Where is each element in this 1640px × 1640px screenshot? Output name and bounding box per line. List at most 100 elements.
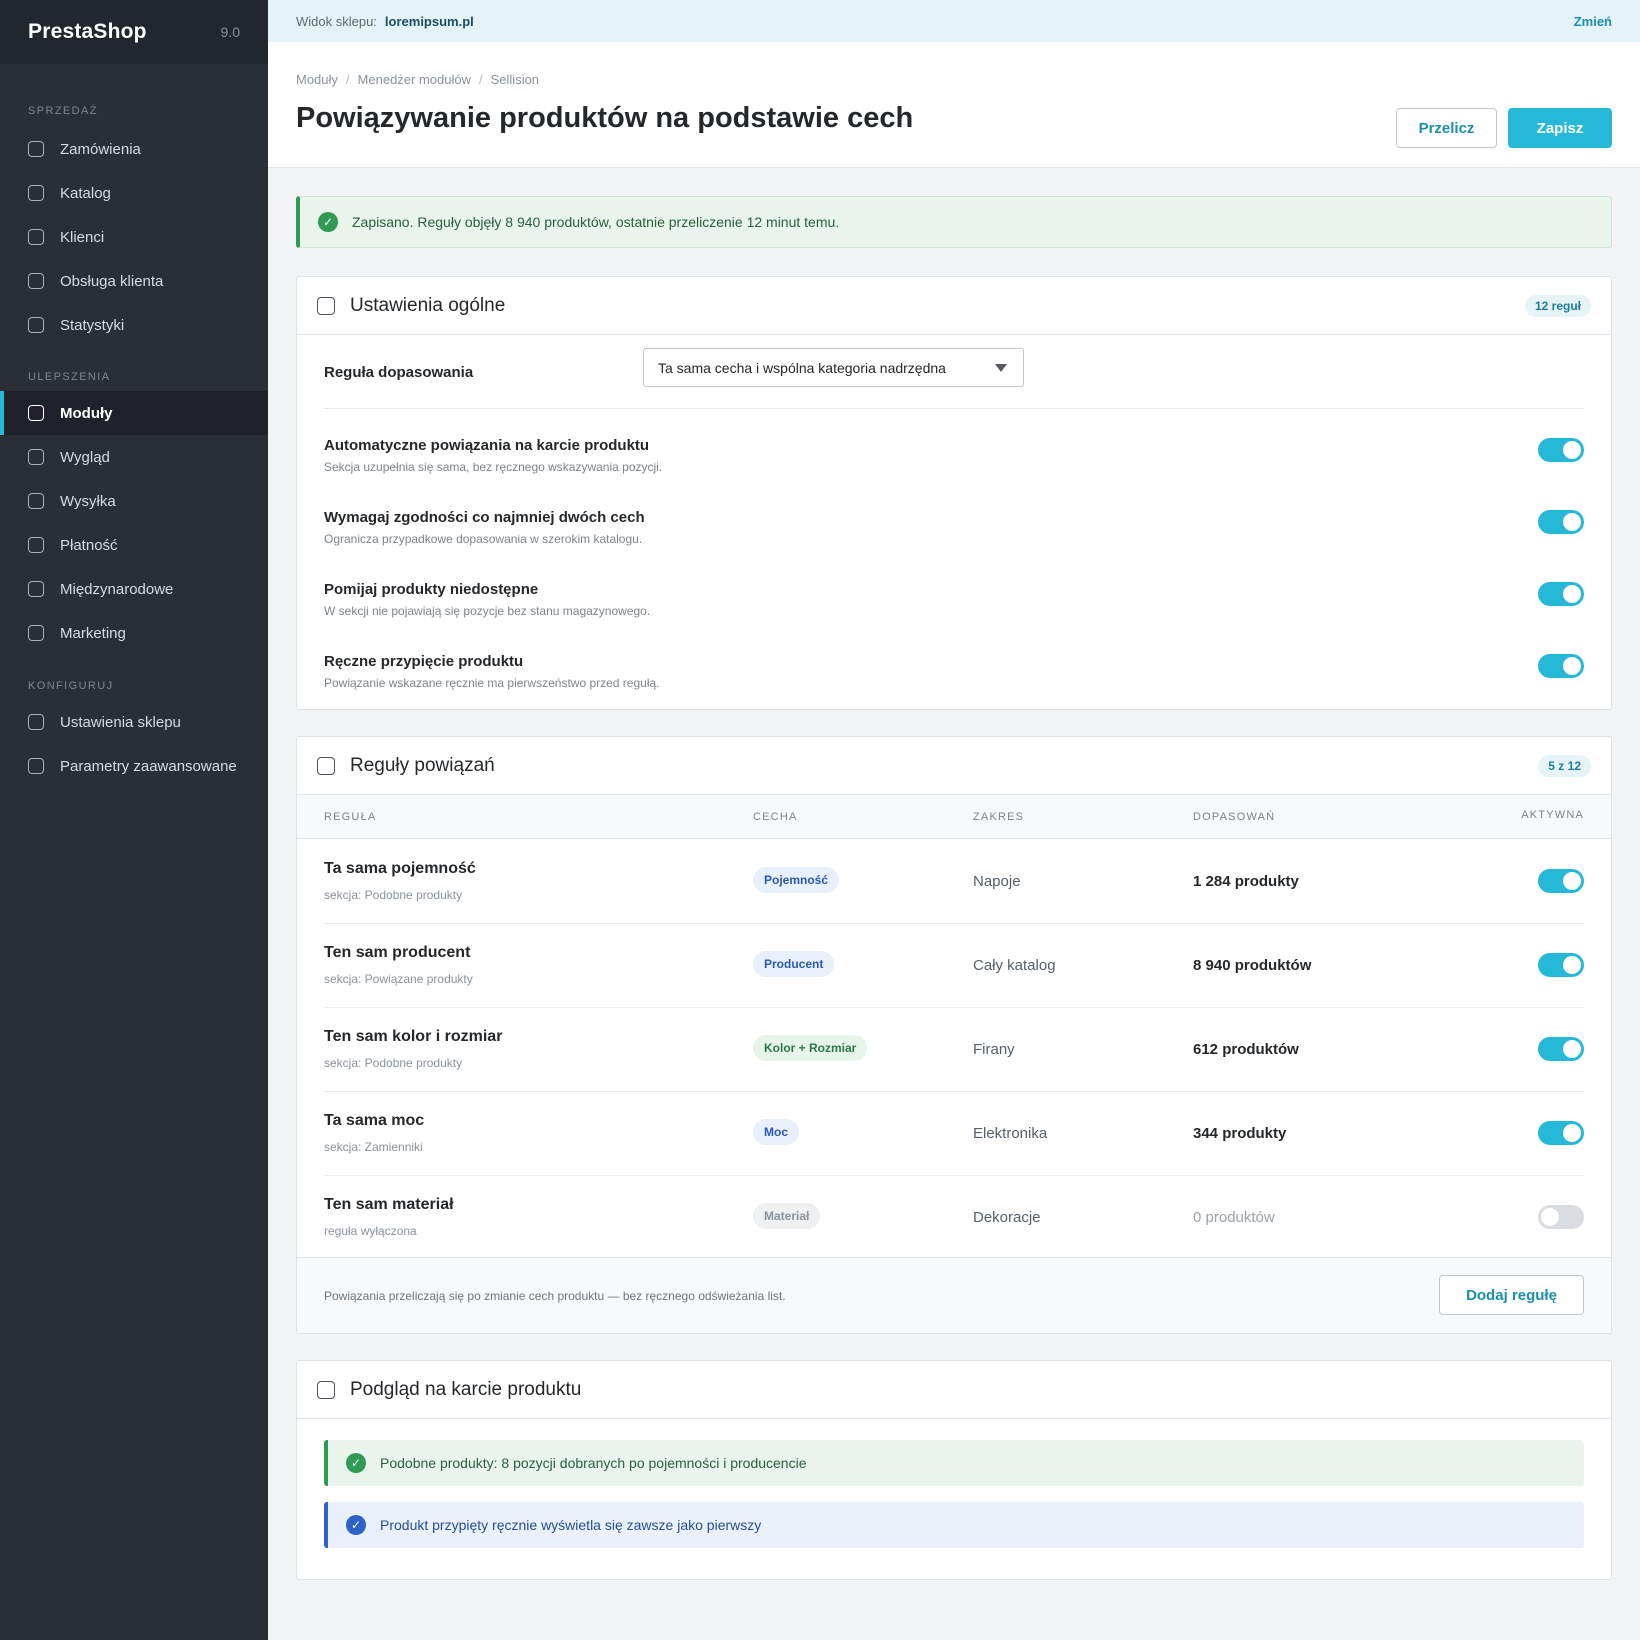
feature-tag: Moc xyxy=(753,1119,799,1145)
card-title: Ustawienia ogólne xyxy=(350,294,506,316)
nav-section-improve: ULEPSZENIA Moduły Wygląd Wysyłka Płatnoś… xyxy=(0,371,268,655)
nav-section-sales: SPRZEDAŻ Zamówienia Katalog Klienci Obsł… xyxy=(0,105,268,347)
checkbox-icon xyxy=(28,537,44,553)
option-description: Ogranicza przypadkowe dopasowania w szer… xyxy=(324,532,643,546)
footer-note: Powiązania przeliczają się po zmianie ce… xyxy=(324,1289,786,1303)
checkbox-icon xyxy=(28,714,44,730)
option-row: Wymagaj zgodności co najmniej dwóch cech… xyxy=(324,509,1584,546)
success-alert: ✓ Zapisano. Reguły objęły 8 940 produktó… xyxy=(296,196,1612,248)
column-header-active[interactable]: AKTYWNA xyxy=(1521,809,1584,821)
skip-unavailable-toggle[interactable] xyxy=(1538,582,1584,606)
rule-active-toggle[interactable] xyxy=(1538,1037,1584,1061)
checkbox-icon xyxy=(28,141,44,157)
check-circle-icon: ✓ xyxy=(318,212,338,232)
sidebar-item-marketing[interactable]: Marketing xyxy=(0,611,268,655)
checkbox-icon xyxy=(28,625,44,641)
general-settings-card: Ustawienia ogólne 12 reguł Reguła dopaso… xyxy=(296,276,1612,710)
checkbox-icon xyxy=(28,758,44,774)
table-row[interactable]: Ta sama pojemność sekcja: Podobne produk… xyxy=(324,840,1584,924)
rule-name[interactable]: Ten sam materiał xyxy=(324,1196,454,1214)
sidebar-item-shipping[interactable]: Wysyłka xyxy=(0,479,268,523)
shop-context: Widok sklepu: loremipsum.pl xyxy=(296,14,474,29)
sidebar-item-design[interactable]: Wygląd xyxy=(0,435,268,479)
save-button[interactable]: Zapisz xyxy=(1508,108,1612,148)
sidebar-item-modules[interactable]: Moduły xyxy=(0,391,268,435)
feature-tag: Kolor + Rozmiar xyxy=(753,1035,868,1061)
rule-active-toggle[interactable] xyxy=(1538,1121,1584,1145)
option-description: W sekcji nie pojawiają się pozycje bez s… xyxy=(324,604,651,618)
option-row: Pomijaj produkty niedostępne W sekcji ni… xyxy=(324,581,1584,618)
card-title: Reguły powiązań xyxy=(350,754,495,776)
sidebar-item-label: Międzynarodowe xyxy=(60,580,174,598)
manual-pin-toggle[interactable] xyxy=(1538,654,1584,678)
rule-name[interactable]: Ten sam kolor i rozmiar xyxy=(324,1028,502,1046)
rule-active-toggle[interactable] xyxy=(1538,1205,1584,1229)
sidebar-item-international[interactable]: Międzynarodowe xyxy=(0,567,268,611)
sidebar-item-label: Katalog xyxy=(60,184,111,202)
option-row: Automatyczne powiązania na karcie produk… xyxy=(324,437,1584,474)
breadcrumb-item[interactable]: Menedżer modułów xyxy=(358,72,471,87)
nav-heading: SPRZEDAŻ xyxy=(28,105,98,117)
rule-name[interactable]: Ta sama moc xyxy=(324,1112,424,1130)
change-shop-link[interactable]: Zmień xyxy=(1574,14,1612,29)
breadcrumb-separator: / xyxy=(345,72,350,87)
column-header-scope[interactable]: ZAKRES xyxy=(973,811,1024,823)
breadcrumb-item[interactable]: Moduły xyxy=(296,72,338,87)
auto-links-toggle[interactable] xyxy=(1538,438,1584,462)
sidebar-item-label: Wysyłka xyxy=(60,492,116,510)
column-header-matches[interactable]: DOPASOWAŃ xyxy=(1193,811,1275,823)
brand-logo[interactable]: PrestaShop xyxy=(28,20,147,44)
column-header-feature[interactable]: CECHA xyxy=(753,811,798,823)
table-row[interactable]: Ten sam kolor i rozmiar sekcja: Podobne … xyxy=(324,1008,1584,1092)
sidebar-item-catalog[interactable]: Katalog xyxy=(0,171,268,215)
sidebar-item-label: Moduły xyxy=(60,404,113,422)
card-header: Ustawienia ogólne 12 reguł xyxy=(297,277,1611,335)
match-count: 1 284 produkty xyxy=(1193,873,1299,890)
sidebar-item-label: Klienci xyxy=(60,228,105,246)
rule-name[interactable]: Ten sam producent xyxy=(324,944,470,962)
alert-message: Zapisano. Reguły objęły 8 940 produktów,… xyxy=(352,214,840,230)
rules-card: Reguły powiązań 5 z 12 REGUŁA CECHA ZAKR… xyxy=(296,736,1612,1334)
preview-success-alert: ✓ Podobne produkty: 8 pozycji dobranych … xyxy=(324,1440,1584,1486)
rule-section: sekcja: Podobne produkty xyxy=(324,888,463,902)
feature-tag: Producent xyxy=(753,951,835,977)
match-rule-select[interactable]: Ta sama cecha i wspólna kategoria nadrzę… xyxy=(643,348,1024,387)
rule-active-toggle[interactable] xyxy=(1538,869,1584,893)
table-row[interactable]: Ten sam producent sekcja: Powiązane prod… xyxy=(324,924,1584,1008)
checkbox-icon xyxy=(28,405,44,421)
rules-footer: Powiązania przeliczają się po zmianie ce… xyxy=(297,1257,1611,1333)
nav-section-configure: KONFIGURUJ Ustawienia sklepu Parametry z… xyxy=(0,680,268,788)
option-title: Ręczne przypięcie produktu xyxy=(324,653,524,670)
nav-heading: ULEPSZENIA xyxy=(28,371,111,383)
rule-active-toggle[interactable] xyxy=(1538,953,1584,977)
checkbox-icon xyxy=(28,581,44,597)
sidebar-item-payment[interactable]: Płatność xyxy=(0,523,268,567)
card-header: Reguły powiązań 5 z 12 xyxy=(297,737,1611,795)
card-header: Podgląd na karcie produktu xyxy=(297,1361,1611,1419)
table-row[interactable]: Ta sama moc sekcja: Zamienniki Moc Elekt… xyxy=(324,1092,1584,1176)
match-count: 612 produktów xyxy=(1193,1041,1299,1058)
page-header: Moduły / Menedżer modułów / Sellision Powiąz… xyxy=(268,42,1640,168)
match-count: 344 produkty xyxy=(1193,1125,1287,1142)
sidebar-item-advanced[interactable]: Parametry zaawansowane xyxy=(0,744,268,788)
require-two-features-toggle[interactable] xyxy=(1538,510,1584,534)
sidebar-item-orders[interactable]: Zamówienia xyxy=(0,127,268,171)
rule-scope: Napoje xyxy=(973,873,1021,890)
option-row: Ręczne przypięcie produktu Powiązanie ws… xyxy=(324,653,1584,690)
recalculate-button[interactable]: Przelicz xyxy=(1396,108,1497,148)
sidebar-item-customers[interactable]: Klienci xyxy=(0,215,268,259)
sidebar-item-label: Marketing xyxy=(60,624,126,642)
rule-scope: Elektronika xyxy=(973,1125,1048,1142)
sidebar-item-shop-settings[interactable]: Ustawienia sklepu xyxy=(0,700,268,744)
divider xyxy=(324,408,1584,409)
column-header-rule[interactable]: REGUŁA xyxy=(324,811,376,823)
sidebar-item-stats[interactable]: Statystyki xyxy=(0,303,268,347)
rule-name[interactable]: Ta sama pojemność xyxy=(324,860,476,878)
sidebar-item-customer-service[interactable]: Obsługa klienta xyxy=(0,259,268,303)
add-rule-button[interactable]: Dodaj regułę xyxy=(1439,1275,1584,1315)
rule-scope: Dekoracje xyxy=(973,1209,1041,1226)
table-row[interactable]: Ten sam materiał reguła wyłączona Materi… xyxy=(324,1176,1584,1260)
feature-tag: Materiał xyxy=(753,1203,821,1229)
sidebar-item-label: Zamówienia xyxy=(60,140,141,158)
shop-name: loremipsum.pl xyxy=(384,13,474,29)
